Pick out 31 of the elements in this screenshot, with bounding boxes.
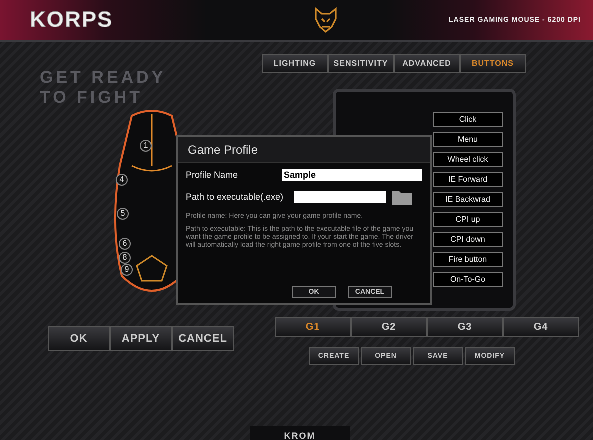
field-label: Profile Name [186,169,240,181]
profile-tab[interactable]: G1 [275,317,351,337]
profile-tab[interactable]: G3 [427,317,503,337]
button-assignment-item[interactable]: Menu [433,132,503,147]
main-action-button[interactable]: CANCEL [172,326,234,351]
main-action-button[interactable]: APPLY [110,326,172,351]
button-assignment-item[interactable]: CPI up [433,212,503,227]
button-number-marker: 4 [116,174,128,186]
button-assignment-item[interactable]: Wheel click [433,152,503,167]
nav-tab[interactable]: ADVANCED [394,54,460,73]
nav-tab[interactable]: SENSITIVITY [328,54,394,73]
slogan-text: TO FIGHT [40,88,144,108]
path-field[interactable] [294,191,386,203]
nav-tab[interactable]: LIGHTING [262,54,328,73]
button-assignment-item[interactable]: Fire button [433,252,503,267]
profile-tab[interactable]: G4 [503,317,579,337]
profile-name-field[interactable]: Sample [282,169,422,181]
dialog-title: Game Profile [178,137,430,163]
slogan-text: GET READY [40,68,168,88]
button-assignment-item[interactable]: Click [433,112,503,127]
button-assignment-item[interactable]: On-To-Go [433,272,503,287]
footer-logo: KROM [284,430,316,440]
nav-tab[interactable]: BUTTONS [460,54,526,73]
button-assignment-item[interactable]: IE Forward [433,172,503,187]
profile-tab[interactable]: G2 [351,317,427,337]
main-action-button[interactable]: OK [48,326,110,351]
field-label: Path to executable(.exe) [186,191,284,203]
brand-logo: KORPS [30,7,114,33]
button-assignment-item[interactable]: IE Backwrad [433,192,503,207]
button-assignment-item[interactable]: CPI down [433,232,503,247]
folder-icon[interactable] [392,189,412,205]
